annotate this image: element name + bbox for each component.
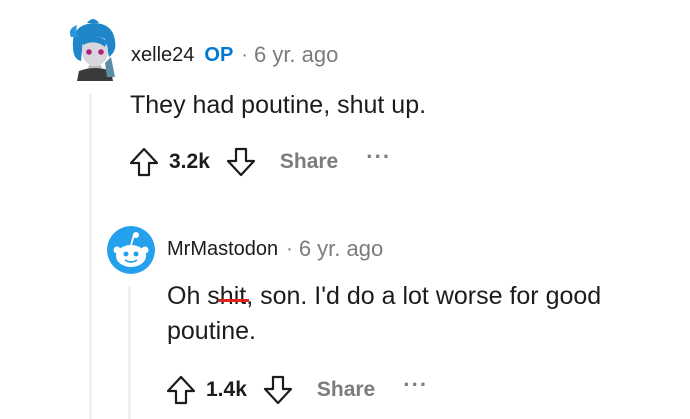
snoo-avatar-icon	[107, 226, 155, 274]
username-link[interactable]: xelle24	[131, 44, 194, 67]
timestamp-link[interactable]: 6 yr. ago	[254, 42, 338, 68]
op-badge: OP	[204, 43, 234, 66]
body-text-line2: poutine.	[167, 317, 256, 345]
timestamp-link[interactable]: 6 yr. ago	[299, 236, 383, 262]
censored-word: hit	[218, 279, 250, 314]
username-link[interactable]: MrMastodon	[167, 238, 278, 261]
upvote-button[interactable]	[164, 373, 198, 407]
downvote-arrow-icon	[226, 147, 255, 177]
downvote-button[interactable]	[224, 145, 258, 179]
more-options-button[interactable]: ···	[403, 372, 428, 398]
comment-2-meta: MrMastodon · 6 yr. ago	[167, 236, 383, 262]
body-text-line1-end: , son. I'd do a lot worse for good	[246, 282, 602, 310]
upvote-arrow-icon	[166, 375, 196, 405]
vote-score: 3.2k	[169, 150, 210, 173]
upvote-arrow-icon	[129, 147, 159, 177]
vote-score: 1.4k	[206, 378, 247, 401]
thread-line-root[interactable]	[89, 94, 92, 419]
more-options-button[interactable]: ···	[366, 144, 391, 170]
comment-2-actions: 1.4k Share ···	[164, 372, 428, 407]
meta-separator: ·	[286, 237, 293, 260]
comment-1-body: They had poutine, shut up.	[130, 91, 427, 119]
thread-line-reply[interactable]	[128, 286, 131, 419]
comment-1-meta: xelle24 OP · 6 yr. ago	[131, 42, 338, 68]
anime-character-avatar-icon	[69, 19, 116, 81]
upvote-button[interactable]	[127, 145, 161, 179]
share-button[interactable]: Share	[317, 378, 375, 402]
comment-2-body: Oh shit, son. I'd do a lot worse for goo…	[167, 279, 601, 349]
downvote-button[interactable]	[261, 373, 295, 407]
avatar-xelle24[interactable]	[65, 17, 121, 81]
comment-1-actions: 3.2k Share ···	[127, 144, 391, 179]
body-text-start: Oh s	[167, 282, 220, 310]
share-button[interactable]: Share	[280, 150, 338, 174]
downvote-arrow-icon	[263, 375, 292, 405]
avatar-mrmastodon[interactable]	[107, 226, 155, 274]
meta-separator: ·	[241, 43, 248, 66]
